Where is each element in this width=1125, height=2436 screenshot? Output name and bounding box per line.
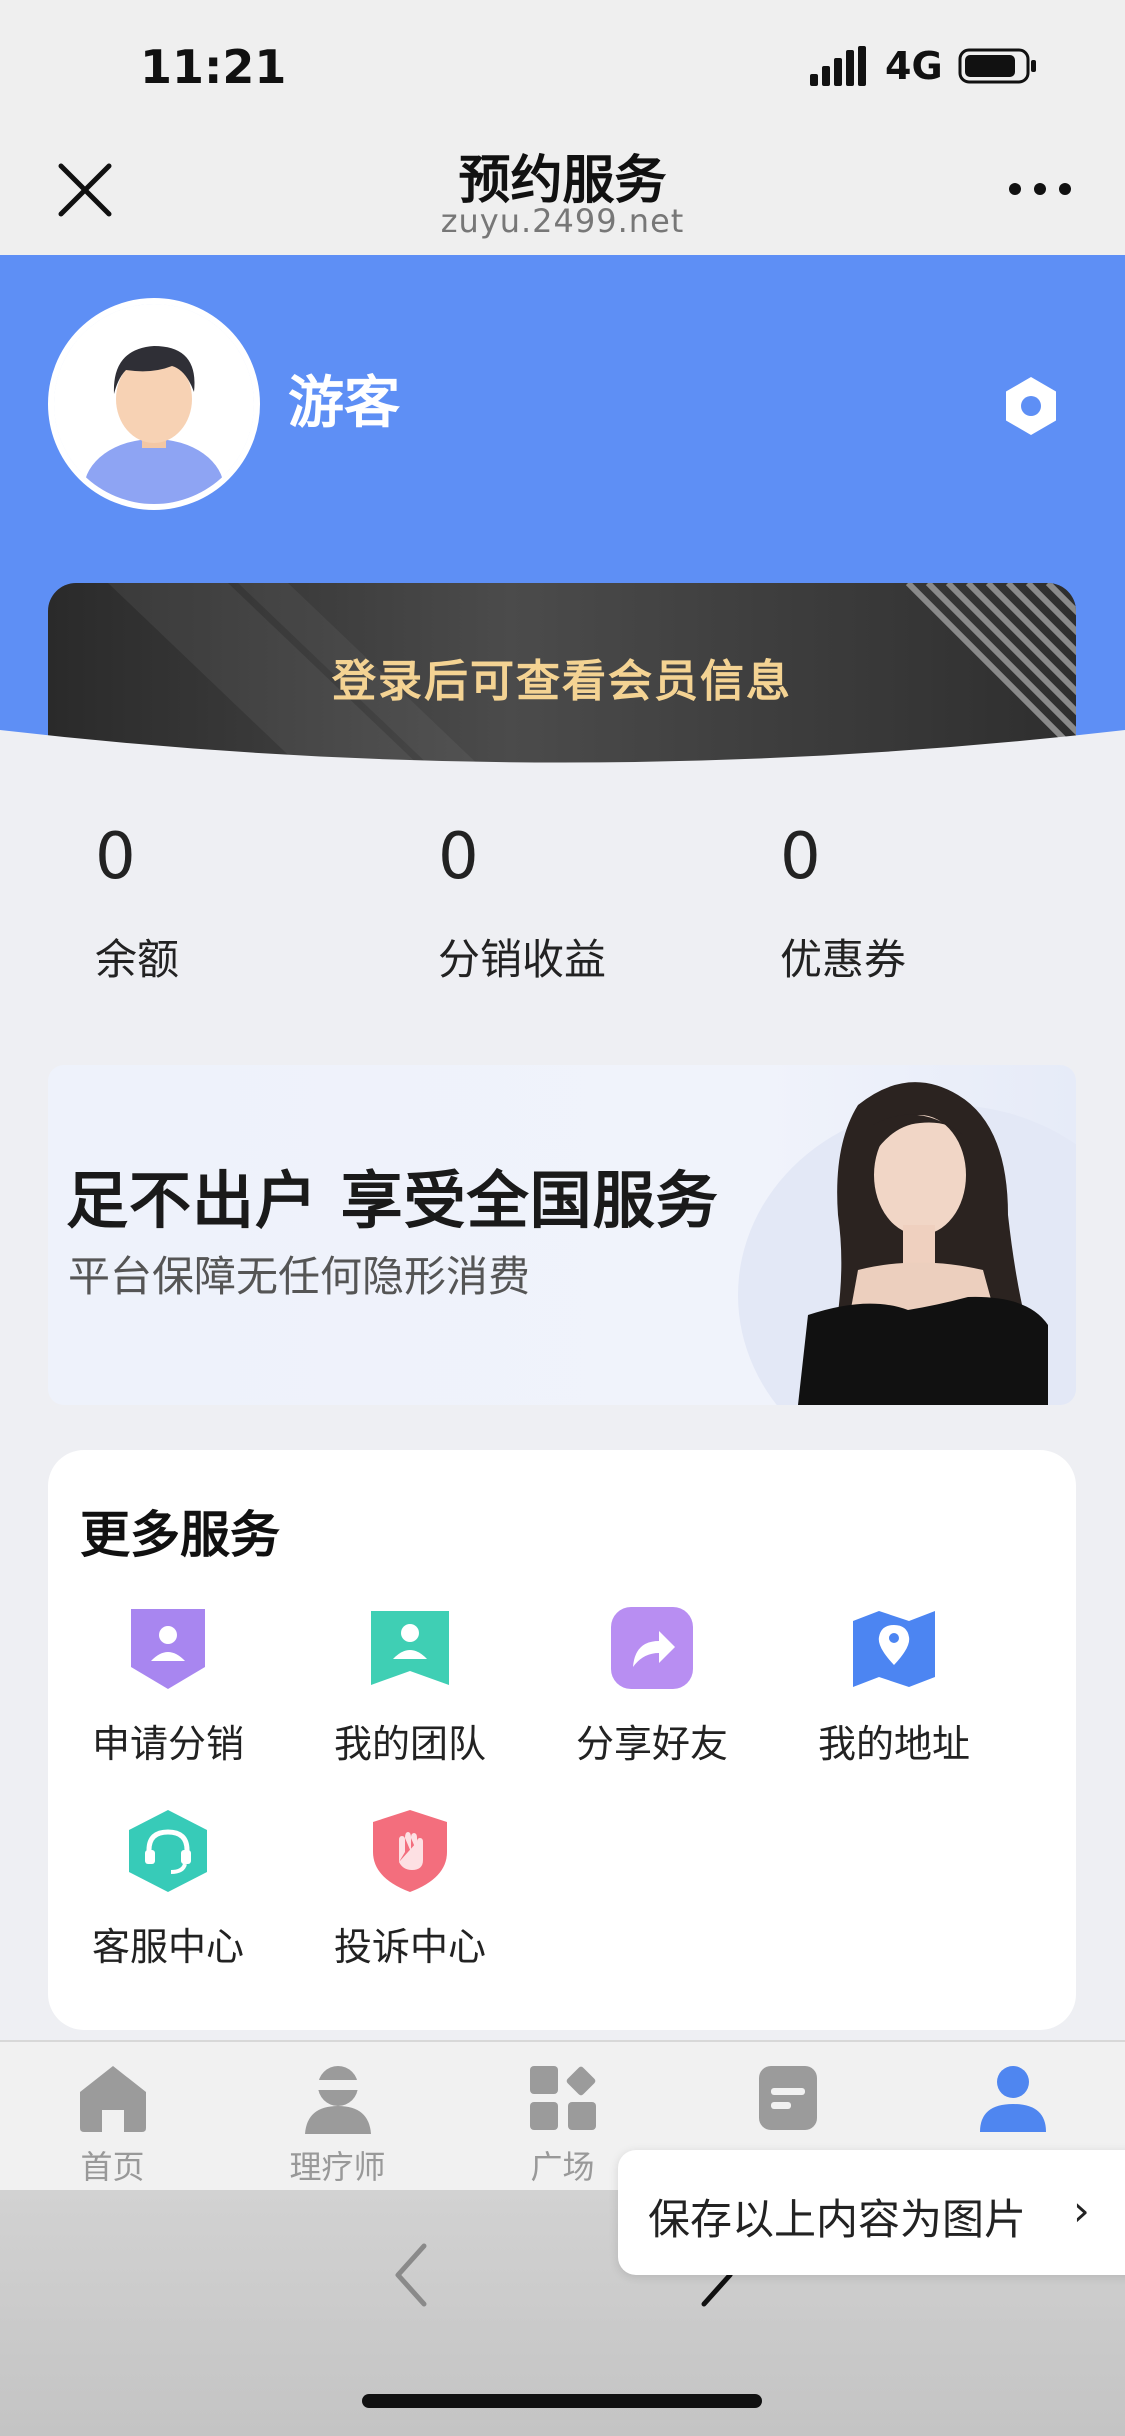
service-label: 分享好友 (575, 1722, 728, 1766)
signal-icon (810, 46, 866, 86)
service-apply-distribution[interactable]: 申请分销 (48, 1605, 288, 1768)
tab-label: 首页 (80, 2148, 145, 2186)
service-share-friends[interactable]: 分享好友 (532, 1605, 772, 1768)
service-customer-center[interactable]: 客服中心 (48, 1808, 288, 1971)
avatar[interactable] (48, 298, 260, 510)
service-my-address[interactable]: 我的地址 (774, 1605, 1014, 1768)
more-dot-icon (1009, 183, 1021, 195)
save-as-image-label: 保存以上内容为图片 (648, 2195, 1027, 2244)
more-dot-icon (1059, 183, 1071, 195)
grid-icon (529, 2066, 596, 2130)
profile-icon (979, 2066, 1046, 2132)
home-indicator (362, 2394, 762, 2408)
page: 11:21 4G 预约服务 zuyu.2499.net 登录后可查看会员信息 游… (0, 0, 1125, 2436)
tab-orders[interactable] (675, 2062, 900, 2142)
service-label: 申请分销 (91, 1722, 244, 1766)
more-services-panel: 更多服务 申请分销 我的团队 分享好友 我的地址 客服中心 投诉中心 (48, 1450, 1076, 2030)
more-options-button[interactable] (1005, 172, 1075, 202)
service-label: 我的团队 (333, 1722, 486, 1766)
nav-header: 预约服务 zuyu.2499.net (0, 130, 1125, 255)
page-domain: zuyu.2499.net (440, 202, 685, 240)
service-my-team[interactable]: 我的团队 (290, 1605, 530, 1768)
shield-hand-icon (373, 1810, 447, 1892)
settings-icon[interactable] (1000, 375, 1062, 437)
stat-value: 0 (780, 820, 821, 894)
tab-label: 理疗师 (289, 2148, 386, 2186)
model-photo (798, 1082, 1048, 1405)
tab-home[interactable]: 首页 (0, 2062, 225, 2188)
headset-icon (129, 1810, 207, 1892)
default-avatar-icon (54, 304, 254, 504)
orders-icon (758, 2066, 817, 2130)
stat-label: 优惠券 (780, 935, 907, 984)
section-title: 更多服务 (80, 1506, 280, 1564)
service-label: 客服中心 (91, 1925, 244, 1969)
stat-coupons[interactable]: 0 优惠券 (780, 820, 1080, 987)
status-time: 11:21 (140, 40, 287, 94)
battery-icon (958, 48, 1036, 84)
map-pin-icon (853, 1611, 935, 1687)
team-icon (371, 1611, 449, 1685)
stat-balance[interactable]: 0 余额 (95, 820, 395, 987)
username[interactable]: 游客 (288, 358, 400, 439)
header-curve (0, 730, 1125, 800)
status-bar: 11:21 4G (0, 0, 1125, 130)
stat-distribution-income[interactable]: 0 分销收益 (438, 820, 738, 987)
network-type: 4G (885, 44, 943, 88)
chevron-right-icon: › (1073, 2186, 1090, 2235)
stat-value: 0 (95, 820, 136, 894)
more-dot-icon (1034, 183, 1046, 195)
banner-subtitle: 平台保障无任何隐形消费 (68, 1252, 531, 1301)
back-arrow-icon[interactable] (388, 2240, 438, 2310)
home-icon (79, 2066, 146, 2132)
service-label: 我的地址 (817, 1722, 970, 1766)
therapist-icon (304, 2066, 371, 2134)
promo-banner[interactable]: 足不出户 享受全国服务 平台保障无任何隐形消费 (48, 1065, 1076, 1405)
badge-user-icon (131, 1609, 205, 1689)
service-complaint-center[interactable]: 投诉中心 (290, 1808, 530, 1971)
banner-title: 足不出户 享受全国服务 (66, 1164, 719, 1237)
stat-label: 余额 (95, 935, 180, 984)
share-icon (611, 1607, 693, 1689)
stat-value: 0 (438, 820, 479, 894)
stat-label: 分销收益 (438, 935, 607, 984)
save-as-image-popup[interactable]: 保存以上内容为图片 › (618, 2150, 1125, 2275)
tab-profile[interactable] (900, 2062, 1125, 2142)
service-label: 投诉中心 (333, 1925, 486, 1969)
tab-therapist[interactable]: 理疗师 (225, 2062, 450, 2188)
